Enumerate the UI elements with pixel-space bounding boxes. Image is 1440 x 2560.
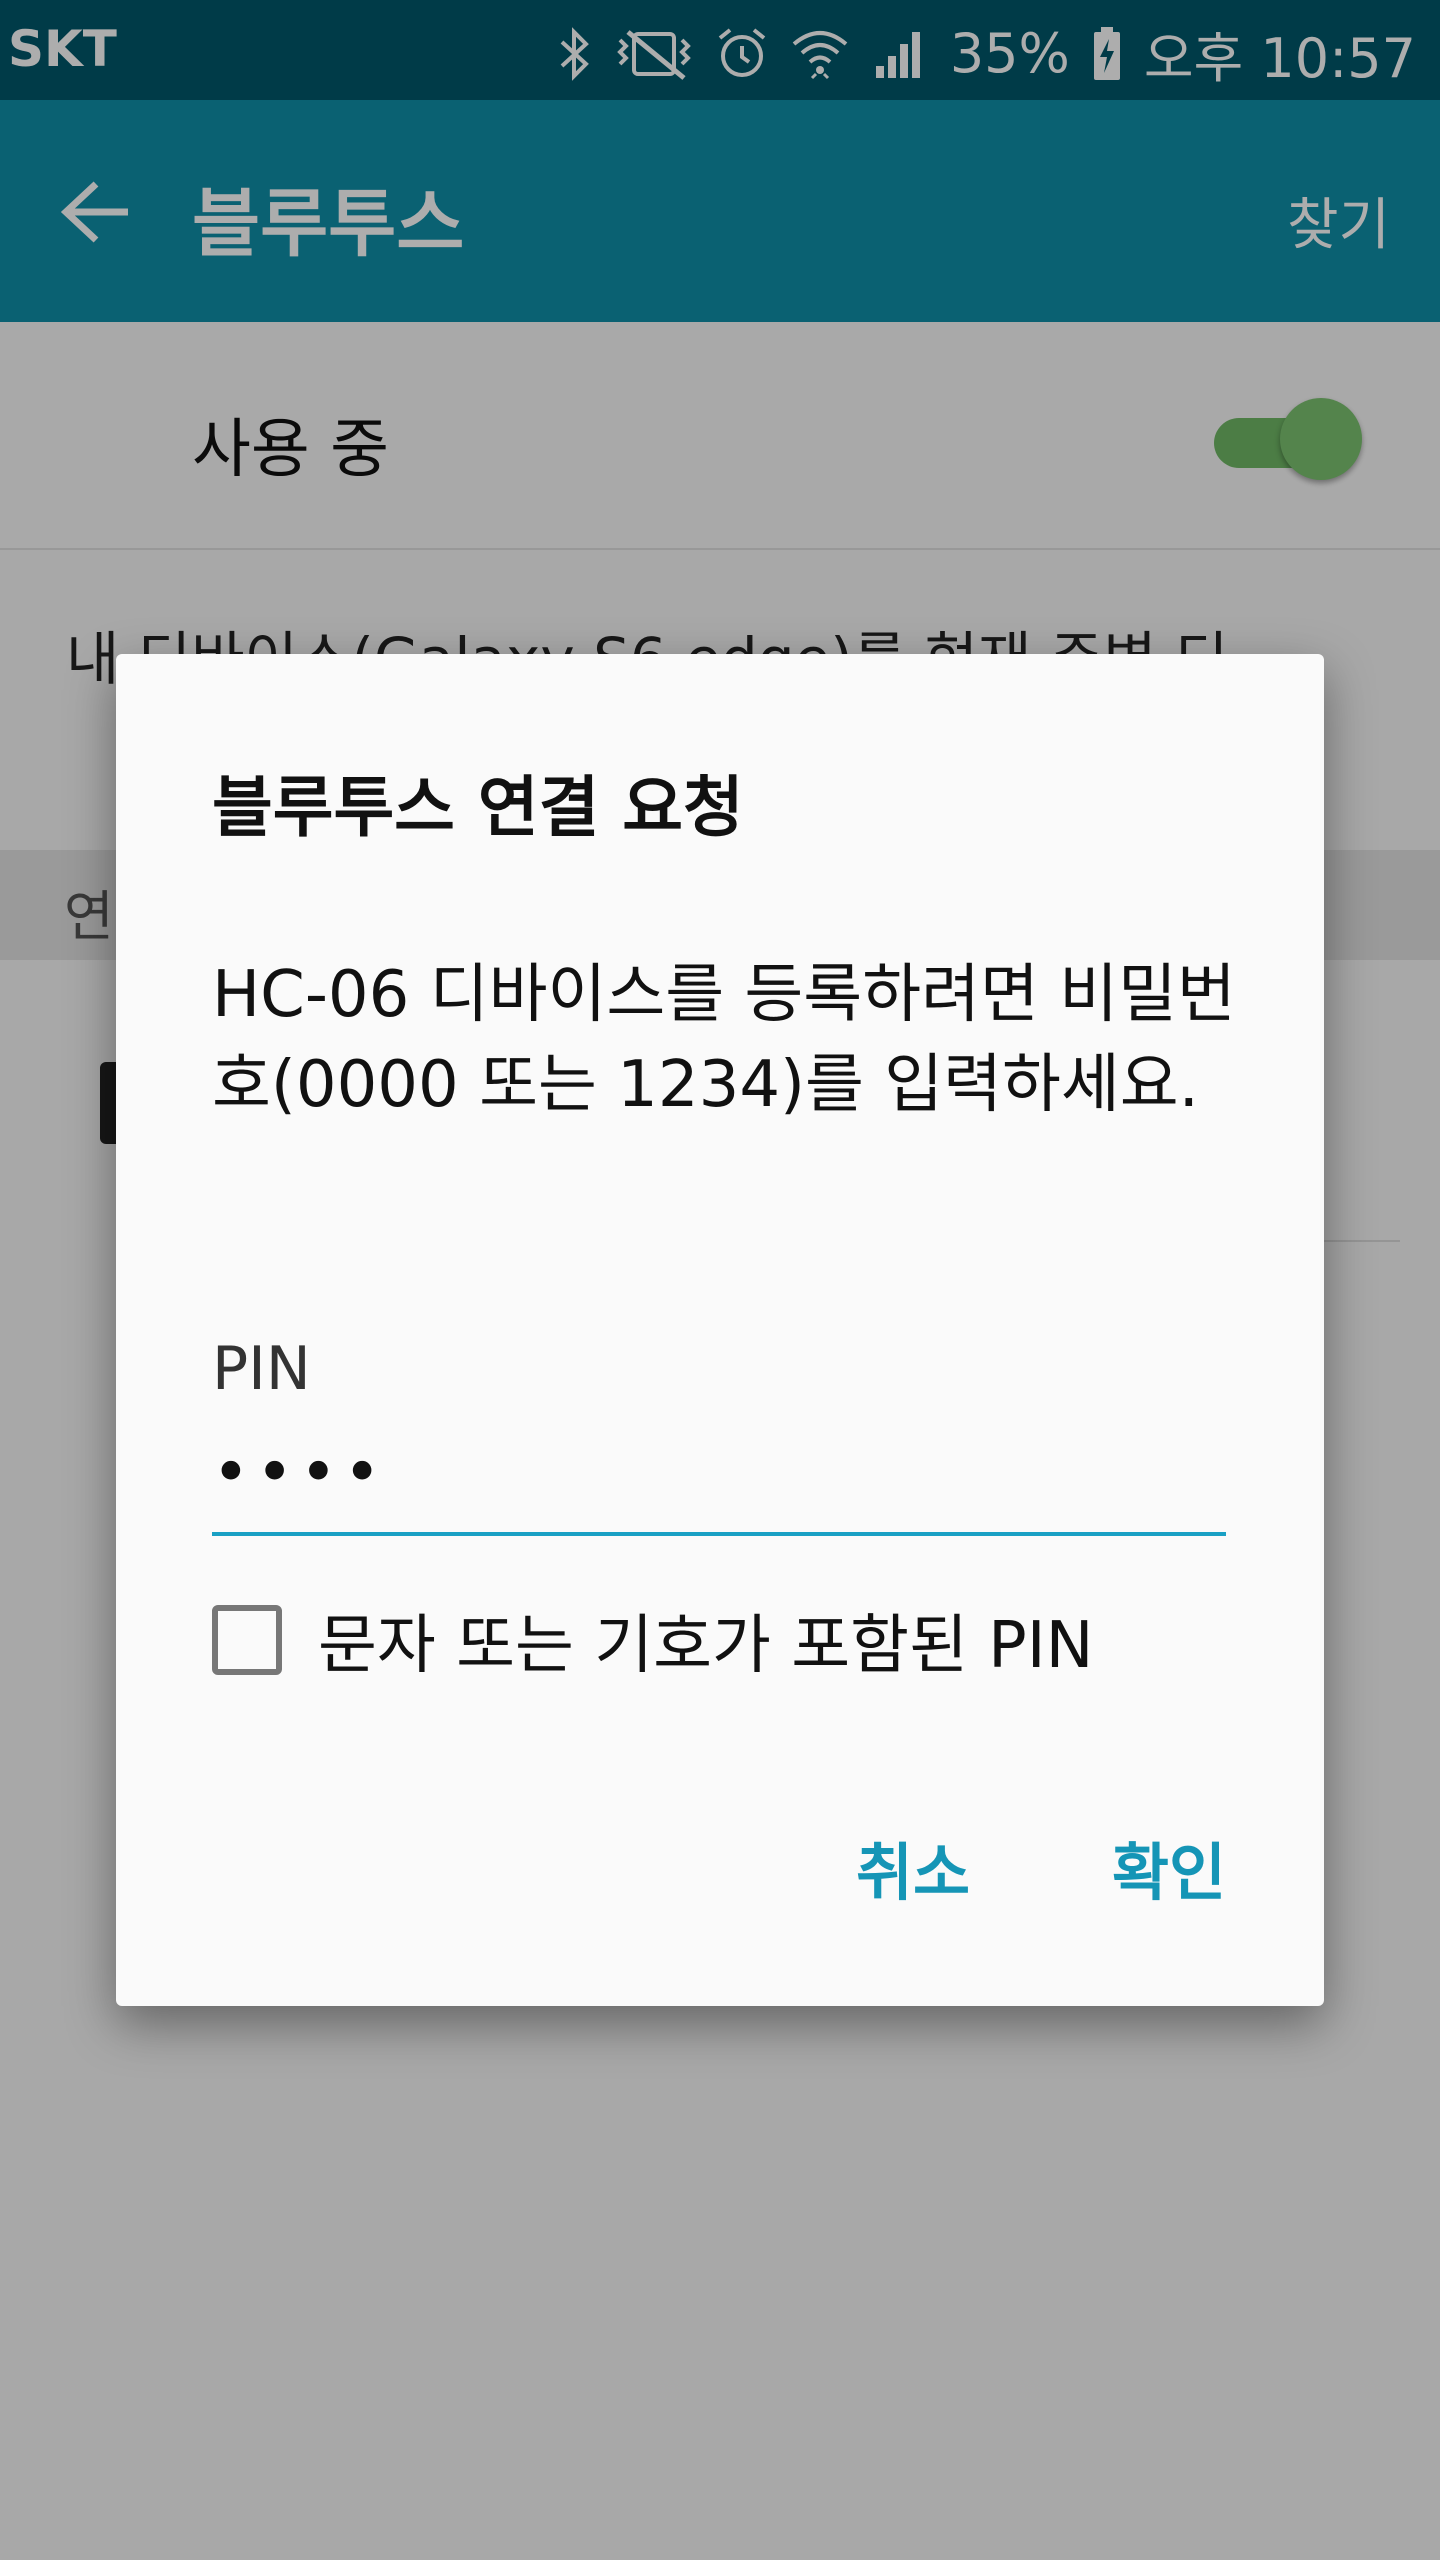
cancel-button[interactable]: 취소 xyxy=(856,1822,970,1912)
ok-button[interactable]: 확인 xyxy=(1112,1822,1226,1912)
pin-label: PIN xyxy=(212,1334,311,1404)
checkbox-label: 문자 또는 기호가 포함된 PIN xyxy=(318,1609,1094,1683)
dialog-title: 블루투스 연결 요청 xyxy=(212,769,744,846)
pairing-dialog: 블루투스 연결 요청 HC-06 디바이스를 등록하려면 비밀번호(0000 또… xyxy=(116,654,1324,2006)
pin-input[interactable] xyxy=(212,1414,1226,1536)
alphanumeric-pin-checkbox[interactable] xyxy=(212,1605,282,1675)
alphanumeric-pin-option[interactable]: 문자 또는 기호가 포함된 PIN xyxy=(212,1594,1094,1686)
dialog-message: HC-06 디바이스를 등록하려면 비밀번호(0000 또는 1234)를 입력… xyxy=(212,958,1236,1122)
